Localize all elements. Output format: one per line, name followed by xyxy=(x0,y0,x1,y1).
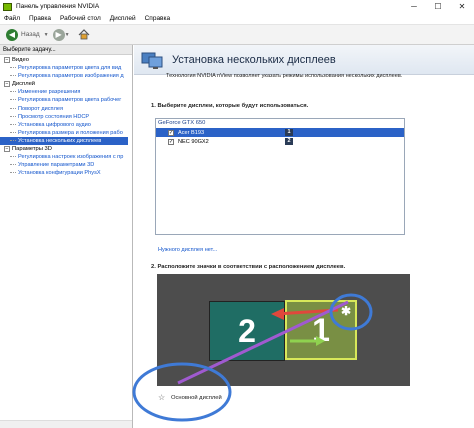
display-arrangement-area[interactable]: 2 1 ✱ xyxy=(157,274,410,386)
tree-item-digital-audio[interactable]: Установка цифрового аудио xyxy=(0,121,132,129)
primary-display-label: Основной дисплей xyxy=(171,394,222,401)
maximize-button[interactable]: ☐ xyxy=(426,0,450,13)
content-panel: Установка нескольких дисплеев Технология… xyxy=(134,45,474,428)
menu-edit[interactable]: Правка xyxy=(29,15,51,22)
tree-item-rotate[interactable]: Поворот дисплея xyxy=(0,105,132,113)
collapse-icon[interactable]: − xyxy=(4,81,10,88)
tree-item-hdcp[interactable]: Просмотр состояния HDCP xyxy=(0,113,132,121)
minimize-button[interactable]: ─ xyxy=(402,0,426,13)
primary-star-icon: ☆ xyxy=(158,393,166,402)
tree-category-video[interactable]: − Видео xyxy=(0,56,132,64)
menu-desktop[interactable]: Рабочий стол xyxy=(60,15,101,22)
chevron-down-icon[interactable]: ▼ xyxy=(65,32,70,38)
title-bar: Панель управления NVIDIA ─ ☐ ✕ xyxy=(0,0,474,13)
horizontal-scrollbar[interactable] xyxy=(0,420,132,428)
tree-item-3d-settings[interactable]: Управление параметрами 3D xyxy=(0,161,132,169)
close-button[interactable]: ✕ xyxy=(450,0,474,13)
nvidia-app-icon xyxy=(3,2,12,11)
missing-display-link[interactable]: Нужного дисплея нет... xyxy=(158,247,217,253)
tree-category-label: Видео xyxy=(12,57,29,63)
task-panel: Выберите задачу... − Видео Регулировка п… xyxy=(0,45,133,428)
page-banner: Установка нескольких дисплеев xyxy=(134,45,474,75)
menu-bar: Файл Правка Рабочий стол Дисплей Справка xyxy=(0,13,474,24)
forward-arrow-icon[interactable]: ▶ xyxy=(52,28,65,41)
monitor-number: 1 xyxy=(312,311,330,348)
menu-help[interactable]: Справка xyxy=(145,15,171,22)
gpu-group-label: GeForce GTX 650 xyxy=(158,120,206,126)
display-row-nec[interactable]: ✓ NEC 90GX2 2 xyxy=(156,137,404,146)
tree-item-desktop-size[interactable]: Регулировка размера и положения рабо xyxy=(0,129,132,137)
task-panel-header: Выберите задачу... xyxy=(0,45,132,55)
page-title: Установка нескольких дисплеев xyxy=(172,53,336,66)
collapse-icon[interactable]: − xyxy=(4,57,10,64)
monitor-2-icon[interactable]: 2 xyxy=(209,301,285,361)
tree-item-image-settings[interactable]: Регулировка настроек изображения с пр xyxy=(0,153,132,161)
display-row-acer[interactable]: ✓ Acer B193 1 xyxy=(156,128,404,137)
window-title: Панель управления NVIDIA xyxy=(16,3,100,10)
display-checkbox[interactable]: ✓ xyxy=(168,138,174,145)
display-list: GeForce GTX 650 ✓ Acer B193 1 ✓ NEC 90GX… xyxy=(155,118,405,235)
tree-item-desktop-color[interactable]: Регулировка параметров цвета рабочег xyxy=(0,96,132,104)
monitor-1-icon[interactable]: 1 ✱ xyxy=(285,300,357,360)
display-checkbox[interactable]: ✓ xyxy=(168,129,174,136)
tree-item-video-image[interactable]: Регулировка параметров изображения д xyxy=(0,72,132,80)
task-tree: − Видео Регулировка параметров цвета для… xyxy=(0,55,132,177)
collapse-icon[interactable]: − xyxy=(4,146,10,153)
tree-item-physx[interactable]: Установка конфигурации PhysX xyxy=(0,169,132,177)
tree-category-label: Дисплей xyxy=(12,81,36,88)
primary-display-legend: ☆ Основной дисплей xyxy=(158,393,222,402)
menu-display[interactable]: Дисплей xyxy=(110,15,136,22)
home-icon[interactable] xyxy=(78,29,91,41)
display-number-badge: 1 xyxy=(285,129,293,136)
step2-heading: 2. Расположите значки в соответствии с р… xyxy=(151,264,346,270)
multi-display-icon xyxy=(141,50,163,70)
tree-item-video-color[interactable]: Регулировка параметров цвета для вид xyxy=(0,64,132,72)
toolbar: ◀ Назад ▼ ▶ ▼ xyxy=(0,24,474,45)
tree-item-multiple-displays[interactable]: Установка нескольких дисплеев xyxy=(0,136,128,146)
primary-star-icon: ✱ xyxy=(340,304,351,318)
tree-category-display[interactable]: − Дисплей xyxy=(0,80,132,88)
monitor-number: 2 xyxy=(238,312,256,349)
tree-category-label: Параметры 3D xyxy=(12,146,52,153)
display-name: NEC 90GX2 xyxy=(178,138,209,145)
chevron-down-icon[interactable]: ▼ xyxy=(44,32,49,38)
step1-heading: 1. Выберите дисплеи, которые будут испол… xyxy=(151,103,309,109)
tree-category-3d[interactable]: − Параметры 3D xyxy=(0,145,132,153)
tree-item-resolution[interactable]: Изменение разрешения xyxy=(0,88,132,96)
back-label[interactable]: Назад xyxy=(21,31,40,38)
display-number-badge: 2 xyxy=(285,138,293,145)
display-name: Acer B193 xyxy=(178,129,205,136)
menu-file[interactable]: Файл xyxy=(4,15,20,22)
back-arrow-icon[interactable]: ◀ xyxy=(6,28,18,41)
page-description: Технология NVIDIA nView позволяет указат… xyxy=(166,73,403,79)
